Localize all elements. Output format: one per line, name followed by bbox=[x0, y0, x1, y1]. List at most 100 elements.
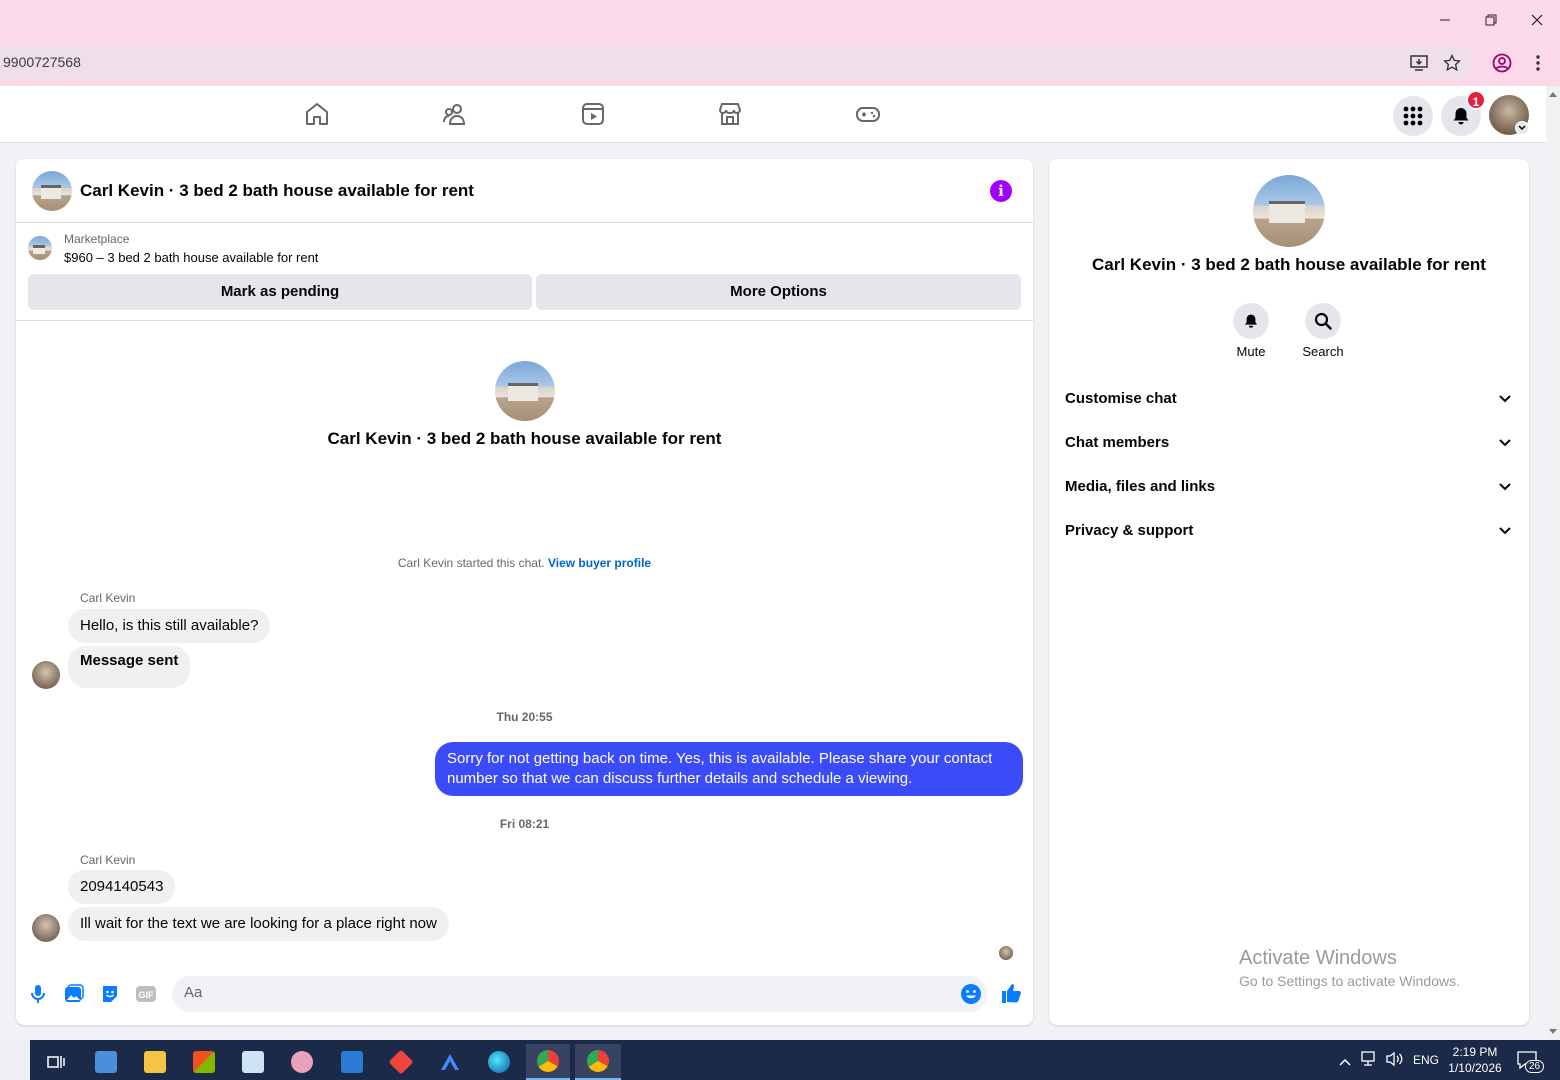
chat-avatar[interactable] bbox=[32, 171, 72, 211]
sticker-icon[interactable] bbox=[99, 983, 121, 1005]
install-app-icon[interactable] bbox=[1408, 52, 1430, 74]
more-options-button[interactable]: More Options bbox=[536, 274, 1021, 310]
friends-icon[interactable] bbox=[441, 100, 469, 128]
network-icon[interactable] bbox=[1361, 1051, 1379, 1072]
chevron-down-icon bbox=[1499, 483, 1511, 491]
message-input[interactable] bbox=[184, 984, 944, 1001]
conversation-info-panel: Carl Kevin · 3 bed 2 bath house availabl… bbox=[1049, 159, 1529, 1025]
seen-receipt-avatar bbox=[999, 946, 1013, 960]
store-icon[interactable] bbox=[182, 1044, 226, 1080]
chrome-profile-icon[interactable] bbox=[575, 1044, 621, 1080]
start-area[interactable] bbox=[0, 1040, 30, 1080]
chat-title[interactable]: Carl Kevin · 3 bed 2 bath house availabl… bbox=[80, 181, 474, 201]
vpn-icon[interactable] bbox=[428, 1044, 472, 1080]
info-avatar[interactable] bbox=[1253, 175, 1325, 247]
action-center-count: 26 bbox=[1525, 1060, 1545, 1073]
search-icon bbox=[1314, 312, 1332, 330]
mark-as-pending-button[interactable]: Mark as pending bbox=[28, 274, 532, 310]
listing-link[interactable]: $960 – 3 bed 2 bath house available for … bbox=[64, 250, 318, 265]
mute-label: Mute bbox=[1236, 344, 1266, 359]
message-bubble-incoming[interactable]: Ill wait for the text we are looking for… bbox=[68, 907, 449, 941]
restore-button[interactable] bbox=[1468, 0, 1514, 40]
paint-icon[interactable] bbox=[280, 1044, 324, 1080]
sender-name: Carl Kevin bbox=[80, 853, 136, 867]
grid-menu-icon bbox=[1403, 106, 1423, 126]
section-label: Media, files and links bbox=[1065, 478, 1216, 495]
language-indicator[interactable]: ENG bbox=[1413, 1053, 1439, 1067]
minimize-button[interactable] bbox=[1422, 0, 1468, 40]
emoji-icon[interactable] bbox=[960, 983, 982, 1005]
divider bbox=[16, 320, 1033, 321]
chat-started-notice: Carl Kevin started this chat. View buyer… bbox=[16, 556, 1033, 570]
mute-button[interactable] bbox=[1233, 303, 1269, 339]
microphone-icon[interactable] bbox=[27, 983, 49, 1005]
message-bubble-incoming[interactable]: 2094140543 bbox=[68, 870, 176, 904]
this-pc-icon[interactable] bbox=[84, 1044, 128, 1080]
file-explorer-icon[interactable] bbox=[133, 1044, 177, 1080]
clock-date: 1/10/2026 bbox=[1448, 1061, 1502, 1075]
activate-windows-title: Activate Windows bbox=[1239, 947, 1397, 969]
section-customise-chat[interactable]: Customise chat bbox=[1065, 386, 1513, 414]
sender-avatar[interactable] bbox=[32, 914, 60, 942]
view-buyer-profile-link[interactable]: View buyer profile bbox=[548, 556, 651, 570]
bookmark-star-icon[interactable] bbox=[1441, 52, 1463, 74]
info-icon[interactable]: i bbox=[990, 180, 1012, 202]
message-bubble-outgoing[interactable]: Sorry for not getting back on time. Yes,… bbox=[435, 742, 1023, 796]
chat-panel: Carl Kevin · 3 bed 2 bath house availabl… bbox=[16, 159, 1033, 1025]
gif-icon[interactable]: GIF bbox=[135, 983, 157, 1005]
profile-icon[interactable] bbox=[1491, 52, 1513, 74]
url-input[interactable]: 9900727568 bbox=[0, 46, 1474, 79]
section-label: Customise chat bbox=[1065, 390, 1177, 407]
minimize-icon bbox=[1440, 19, 1450, 21]
message-composer[interactable] bbox=[172, 976, 987, 1012]
activate-windows-subtitle: Go to Settings to activate Windows. bbox=[1239, 973, 1460, 989]
window-title-bar bbox=[0, 0, 1560, 40]
task-view-icon[interactable] bbox=[34, 1044, 78, 1080]
sender-name: Carl Kevin bbox=[80, 591, 136, 605]
gaming-icon[interactable] bbox=[854, 100, 882, 128]
taskbar-clock[interactable]: 2:19 PM 1/10/2026 bbox=[1443, 1044, 1507, 1076]
anydesk-icon[interactable] bbox=[379, 1044, 423, 1080]
chrome-icon[interactable] bbox=[526, 1044, 570, 1080]
section-privacy-support[interactable]: Privacy & support bbox=[1065, 518, 1513, 546]
marketplace-icon[interactable] bbox=[716, 100, 744, 128]
svg-text:GIF: GIF bbox=[139, 990, 155, 1000]
url-text: 9900727568 bbox=[3, 54, 81, 70]
address-bar: 9900727568 bbox=[0, 40, 1560, 86]
section-label: Chat members bbox=[1065, 434, 1170, 451]
search-label: Search bbox=[1302, 344, 1344, 359]
video-icon[interactable] bbox=[579, 100, 607, 128]
account-caret[interactable] bbox=[1515, 121, 1529, 135]
clock-time: 2:19 PM bbox=[1452, 1045, 1498, 1059]
browser-menu-icon[interactable] bbox=[1527, 52, 1549, 74]
scroll-down-arrow[interactable] bbox=[1549, 1029, 1557, 1034]
notepad-icon[interactable] bbox=[231, 1044, 275, 1080]
chevron-down-icon bbox=[1499, 527, 1511, 535]
restore-icon bbox=[1485, 14, 1497, 26]
section-chat-members[interactable]: Chat members bbox=[1065, 430, 1513, 458]
message-bubble-incoming[interactable]: Message sent bbox=[68, 646, 191, 688]
tray-chevron-up-icon[interactable] bbox=[1339, 1053, 1351, 1071]
intro-title: Carl Kevin · 3 bed 2 bath house availabl… bbox=[327, 429, 722, 448]
bell-icon bbox=[1245, 314, 1257, 328]
scroll-up-arrow[interactable] bbox=[1549, 92, 1557, 97]
page-scrollbar[interactable] bbox=[1546, 86, 1560, 1040]
chat-started-text: Carl Kevin started this chat. bbox=[397, 556, 545, 570]
notification-badge: 1 bbox=[1466, 90, 1486, 110]
listing-thumbnail[interactable] bbox=[28, 236, 52, 260]
close-window-button[interactable] bbox=[1514, 0, 1560, 40]
like-thumbs-up-icon[interactable] bbox=[999, 981, 1023, 1005]
menu-button[interactable] bbox=[1393, 96, 1433, 136]
photo-icon[interactable] bbox=[63, 983, 85, 1005]
timestamp: Thu 20:55 bbox=[496, 710, 553, 724]
volume-icon[interactable] bbox=[1386, 1051, 1404, 1072]
taskbar: ENG 26 bbox=[0, 1040, 1560, 1080]
section-media-files-links[interactable]: Media, files and links bbox=[1065, 474, 1513, 502]
edge-icon[interactable] bbox=[477, 1044, 521, 1080]
search-button[interactable] bbox=[1305, 303, 1341, 339]
sender-avatar[interactable] bbox=[32, 661, 60, 689]
home-icon[interactable] bbox=[303, 100, 331, 128]
mail-icon[interactable] bbox=[330, 1044, 374, 1080]
chevron-down-icon bbox=[1499, 439, 1511, 447]
message-bubble-incoming[interactable]: Hello, is this still available? bbox=[68, 609, 271, 643]
